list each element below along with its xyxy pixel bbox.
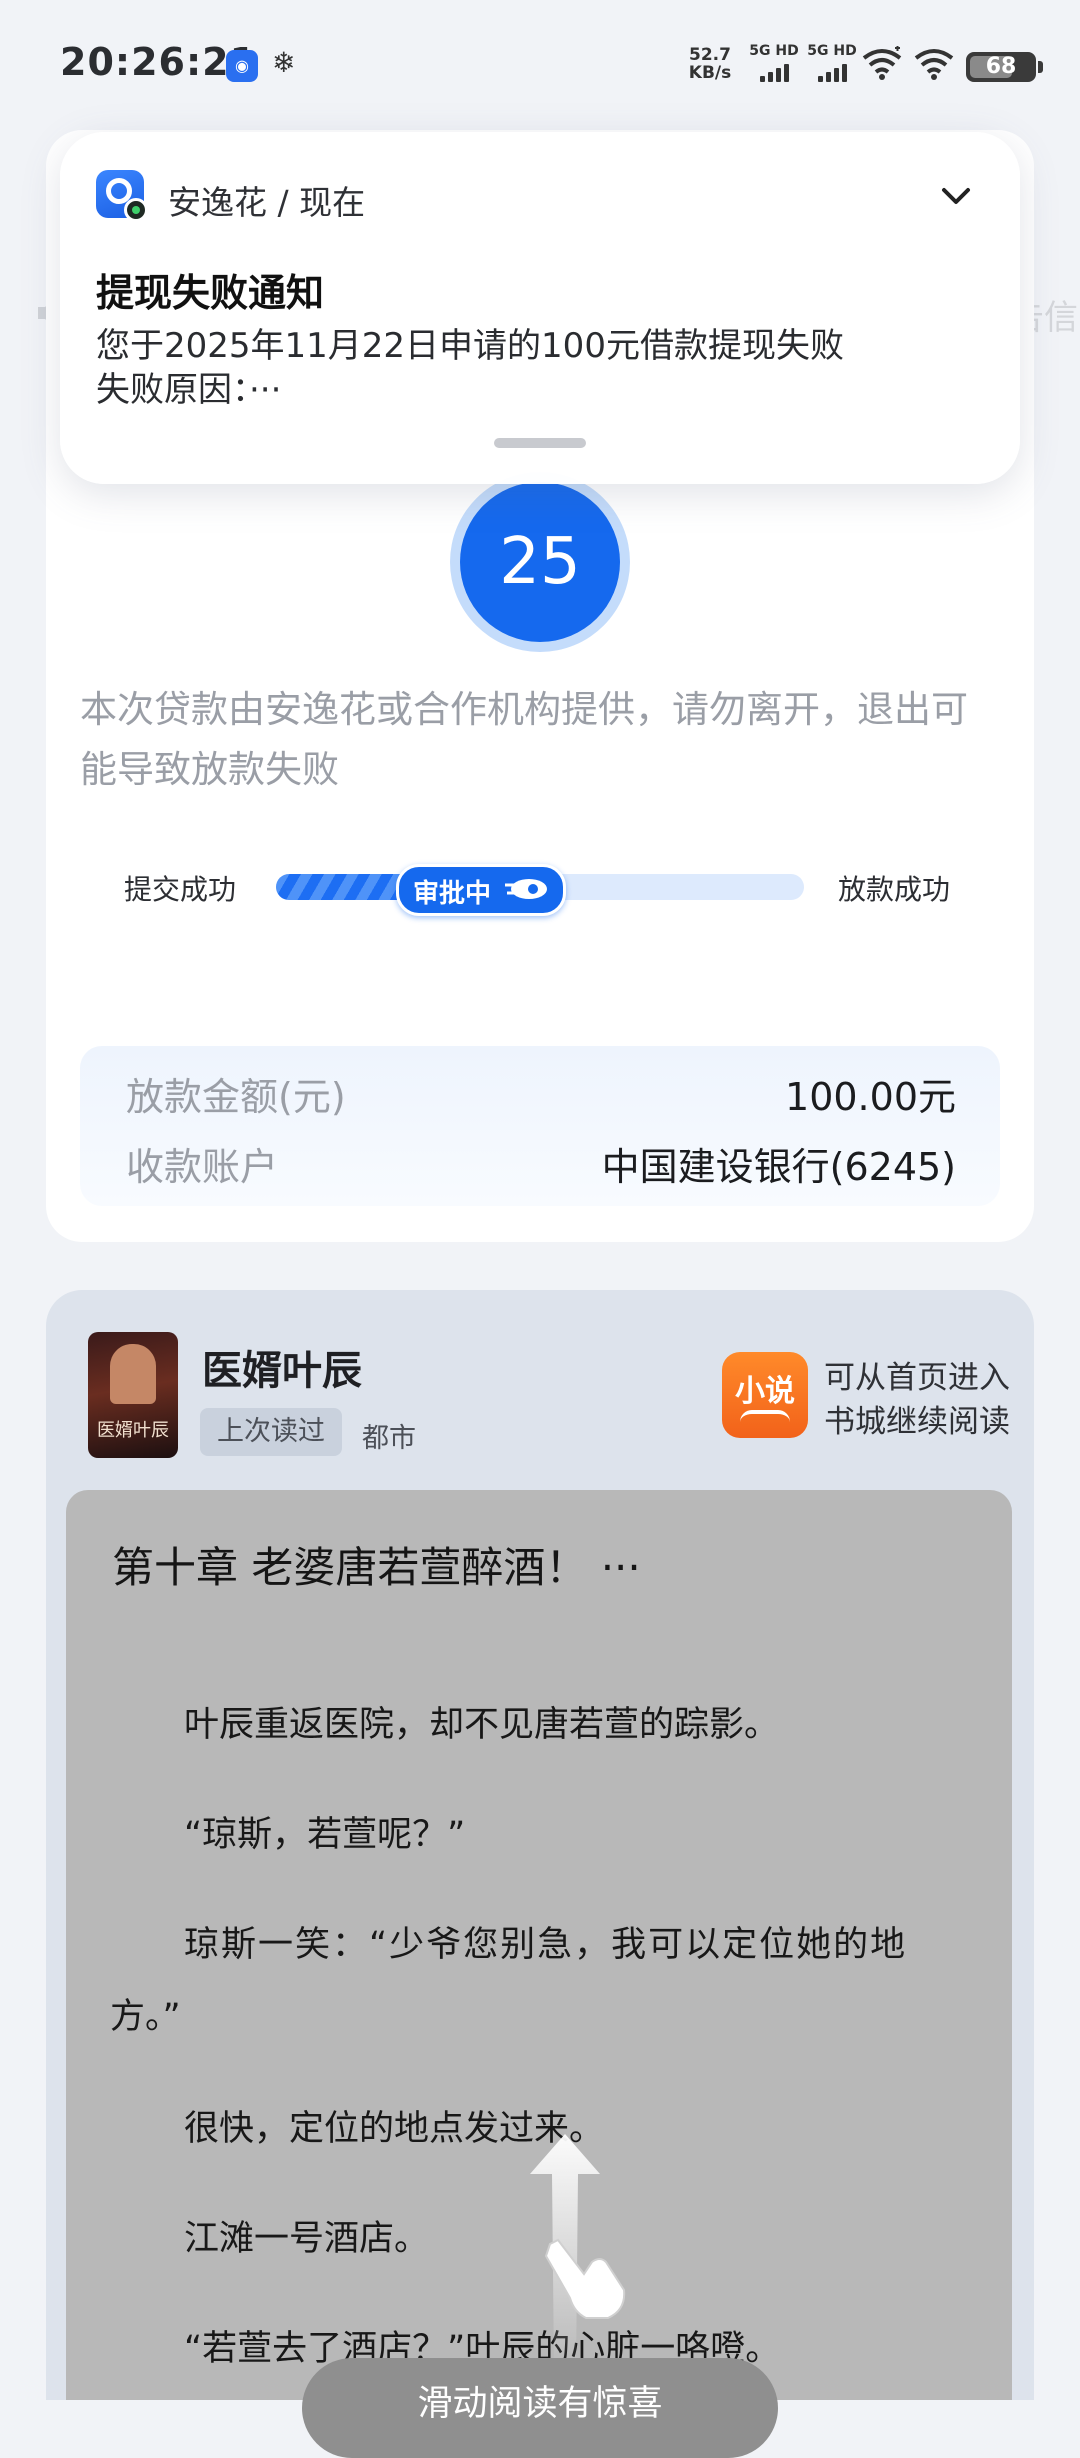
step-current-label: 审批中: [413, 879, 492, 909]
network-speed-unit: KB/s: [688, 63, 732, 83]
rocket-icon: [505, 879, 547, 899]
status-bar: 20:26:21 ◉ ❄ 52.7 KB/s 5G HD 5G HD 68: [0, 0, 1080, 130]
chapter-title: 第十章 老婆唐若萱醉酒！ ···: [112, 1543, 641, 1592]
app-notification-icon: ◉: [226, 50, 258, 82]
amount-label: 放款金额(元): [126, 1075, 346, 1119]
notification-drag-handle[interactable]: [494, 438, 586, 448]
snowflake-icon: ❄: [272, 46, 296, 79]
paragraph: 江滩一号酒店。: [184, 2219, 430, 2259]
network-speed: 52.7 KB/s: [688, 46, 732, 82]
step-submitted: 提交成功: [124, 873, 237, 906]
xiaoshuo-logo[interactable]: 小说: [722, 1352, 808, 1438]
loan-notice: 本次贷款由安逸花或合作机构提供，请勿离开，退出可能导致放款失败: [80, 688, 968, 791]
book-cover[interactable]: 医婿叶辰: [88, 1332, 178, 1458]
xiaoshuo-logo-text: 小说: [735, 1374, 795, 1409]
hand-pointer-icon: [544, 2238, 626, 2319]
signal-icon: 5G HD: [804, 44, 860, 82]
paragraph: 方。”: [110, 1997, 181, 2037]
battery-level: 68: [985, 54, 1017, 79]
notification-title: 提现失败通知: [96, 271, 325, 315]
sim2-label: 5G HD: [807, 43, 857, 59]
last-read-label: 上次读过: [217, 1416, 325, 1447]
app-icon: [96, 170, 148, 222]
wifi-icon: [862, 46, 902, 80]
notification-body-line1: 您于2025年11月22日申请的100元借款提现失败: [96, 326, 844, 366]
swipe-read-label: 滑动阅读有惊喜: [417, 2384, 663, 2424]
notification-app-name: 安逸花 / 现在: [168, 183, 366, 222]
bookstore-hint-line2: 书城继续阅读: [824, 1404, 1010, 1440]
countdown-value: 25: [499, 525, 581, 599]
book-title[interactable]: 医婿叶辰: [202, 1338, 362, 1396]
signal-icon: 5G HD: [746, 44, 802, 82]
bookstore-hint-line1: 可从首页进入: [824, 1360, 1010, 1396]
paragraph: 叶辰重返医院，却不见唐若萱的踪影。: [184, 1705, 780, 1745]
step-current-approving: 审批中: [396, 864, 566, 916]
last-read-badge: 上次读过: [200, 1408, 342, 1456]
sim1-label: 5G HD: [749, 43, 799, 59]
countdown-timer: 25: [460, 482, 620, 642]
wifi-icon: [914, 49, 954, 80]
account-label: 收款账户: [126, 1145, 279, 1189]
book-cover-caption: 医婿叶辰: [97, 1420, 169, 1441]
chevron-down-icon[interactable]: [936, 176, 976, 216]
notification-body-line2: 失败原因：···: [96, 370, 282, 410]
step-completed: 放款成功: [838, 873, 951, 906]
network-speed-value: 52.7: [689, 45, 731, 65]
swipe-read-button[interactable]: 滑动阅读有惊喜: [302, 2358, 778, 2458]
account-value: 中国建设银行(6245): [601, 1145, 956, 1189]
genre-label: 都市: [362, 1423, 416, 1454]
amount-value: 100.00元: [785, 1075, 956, 1119]
battery-icon: 68: [966, 52, 1046, 82]
paragraph: “琼斯，若萱呢？”: [184, 1815, 466, 1855]
paragraph: 琼斯一笑：“少爷您别急，我可以定位她的地: [184, 1925, 908, 1965]
